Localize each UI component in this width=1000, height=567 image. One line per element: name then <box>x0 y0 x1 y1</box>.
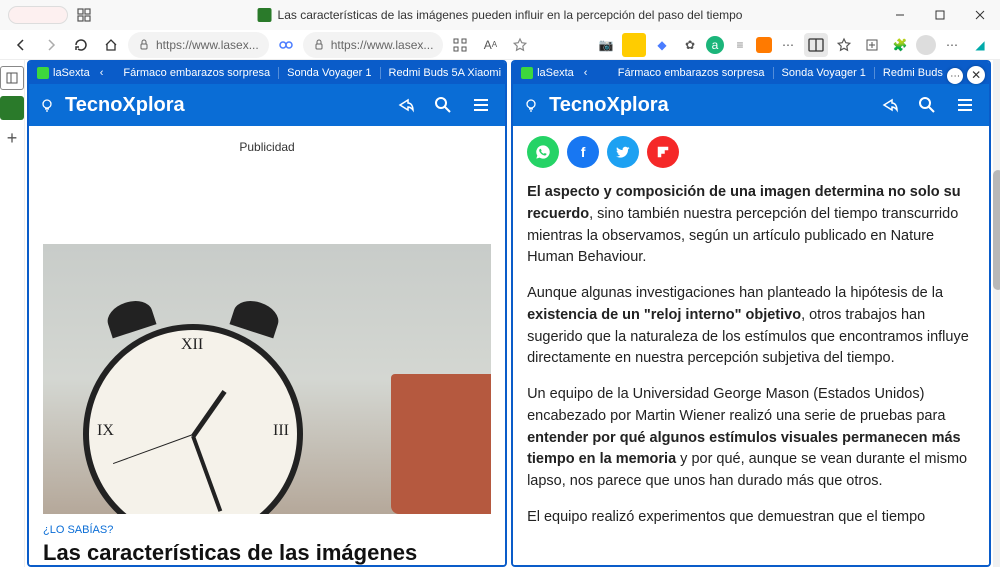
maximize-button[interactable] <box>920 0 960 30</box>
bulb-icon <box>39 97 55 113</box>
menu-icon[interactable]: ⋯ <box>940 33 964 57</box>
new-tab-button[interactable]: + <box>0 126 24 150</box>
trending-link[interactable]: Fármaco embarazos sorpresa <box>618 67 765 79</box>
browser-toolbar: https://www.lasex... https://www.lasex..… <box>0 30 1000 60</box>
forward-button[interactable] <box>38 32 64 58</box>
brand-logo-icon <box>37 67 49 79</box>
article-paragraph: El equipo realizó experimentos que demue… <box>527 507 975 529</box>
article-paragraph: Un equipo de la Universidad George Mason… <box>527 384 975 493</box>
profile-pill[interactable] <box>8 6 68 24</box>
ext-yellow-icon[interactable] <box>622 33 646 57</box>
close-button[interactable] <box>960 0 1000 30</box>
twitter-share-button[interactable] <box>607 136 639 168</box>
home-button[interactable] <box>98 32 124 58</box>
active-tab-icon[interactable] <box>0 96 24 120</box>
ext-amazon-icon[interactable]: a <box>706 36 724 54</box>
favorites-icon[interactable] <box>832 33 856 57</box>
window-title: Las características de las imágenes pued… <box>278 8 743 22</box>
article-kicker[interactable]: ¿LO SABÍAS? <box>43 524 491 536</box>
trending-link[interactable]: Sonda Voyager 1 <box>773 67 866 79</box>
pane-more-icon[interactable]: ⋯ <box>947 68 963 84</box>
trending-link[interactable]: Sonda Voyager 1 <box>278 67 371 79</box>
window-titlebar: Las características de las imágenes pued… <box>0 0 1000 30</box>
site-brand[interactable]: laSexta <box>521 67 574 79</box>
refresh-button[interactable] <box>68 32 94 58</box>
search-icon[interactable] <box>429 91 457 119</box>
extensions-icon[interactable]: 🧩 <box>888 33 912 57</box>
article-paragraph: El aspecto y composición de una imagen d… <box>527 182 975 269</box>
article-hero-image: XII III VI IX <box>43 244 491 514</box>
workspaces-icon[interactable] <box>76 7 92 23</box>
profile-icon[interactable] <box>916 35 936 55</box>
split-screen-button[interactable] <box>804 33 828 57</box>
trending-link[interactable]: Redmi Buds 5A Xiaomi <box>380 67 502 79</box>
share-buttons: f <box>527 136 975 168</box>
split-pane-left: laSexta ‹ Fármaco embarazos sorpresa Son… <box>27 60 507 567</box>
link-icon[interactable] <box>273 32 299 58</box>
article-headline[interactable]: Las características de las imágenes pued… <box>43 540 491 565</box>
ext-camera-icon[interactable]: 📷 <box>594 33 618 57</box>
trending-strip: laSexta ‹ Fármaco embarazos sorpresa Son… <box>513 62 989 84</box>
section-title[interactable]: TecnoXplora <box>549 94 865 117</box>
hamburger-menu-icon[interactable] <box>951 91 979 119</box>
ext-orange-icon[interactable] <box>756 37 772 53</box>
ext-stack-icon[interactable]: ≡ <box>728 33 752 57</box>
trending-strip: laSexta ‹ Fármaco embarazos sorpresa Son… <box>29 62 505 84</box>
ext-blue-icon[interactable]: ◆ <box>650 33 674 57</box>
window-title-group: Las características de las imágenes pued… <box>258 8 743 22</box>
ad-label: Publicidad <box>43 136 491 244</box>
trending-link[interactable]: Redmi Buds <box>874 67 943 79</box>
strip-prev-icon[interactable]: ‹ <box>584 67 598 79</box>
bulb-icon <box>523 97 539 113</box>
url-text-1: https://www.lasex... <box>156 38 259 52</box>
back-button[interactable] <box>8 32 34 58</box>
facebook-share-button[interactable]: f <box>567 136 599 168</box>
split-pane-right: ⋯ ✕ laSexta ‹ Fármaco embarazos sorpresa… <box>511 60 991 567</box>
site-brand[interactable]: laSexta <box>37 67 90 79</box>
copilot-icon[interactable]: ◢ <box>968 33 992 57</box>
trending-link[interactable]: Fármaco embarazos sorpresa <box>123 67 270 79</box>
address-bar-2[interactable]: https://www.lasex... <box>303 32 444 58</box>
whatsapp-share-button[interactable] <box>527 136 559 168</box>
text-size-icon[interactable]: AA <box>477 32 503 58</box>
strip-prev-icon[interactable]: ‹ <box>100 67 104 79</box>
vertical-tab-rail: + <box>0 60 25 567</box>
share-icon[interactable] <box>391 91 419 119</box>
section-title[interactable]: TecnoXplora <box>65 94 381 117</box>
hamburger-menu-icon[interactable] <box>467 91 495 119</box>
flipboard-share-button[interactable] <box>647 136 679 168</box>
vertical-scrollbar[interactable] <box>993 60 1000 567</box>
brand-logo-icon <box>521 67 533 79</box>
ext-dots-icon[interactable]: ⋯ <box>776 33 800 57</box>
ext-settings-icon[interactable]: ✿ <box>678 33 702 57</box>
minimize-button[interactable] <box>880 0 920 30</box>
collections-icon[interactable] <box>860 33 884 57</box>
article-paragraph: Aunque algunas investigaciones han plant… <box>527 283 975 370</box>
scroll-thumb[interactable] <box>993 170 1000 290</box>
tab-toggle-icon[interactable] <box>0 66 24 90</box>
search-icon[interactable] <box>913 91 941 119</box>
favorite-icon[interactable] <box>507 32 533 58</box>
url-text-2: https://www.lasex... <box>331 38 434 52</box>
share-icon[interactable] <box>875 91 903 119</box>
close-pane-button[interactable]: ✕ <box>967 66 985 84</box>
address-bar-1[interactable]: https://www.lasex... <box>128 32 269 58</box>
site-favicon <box>258 8 272 22</box>
apps-icon[interactable] <box>447 32 473 58</box>
